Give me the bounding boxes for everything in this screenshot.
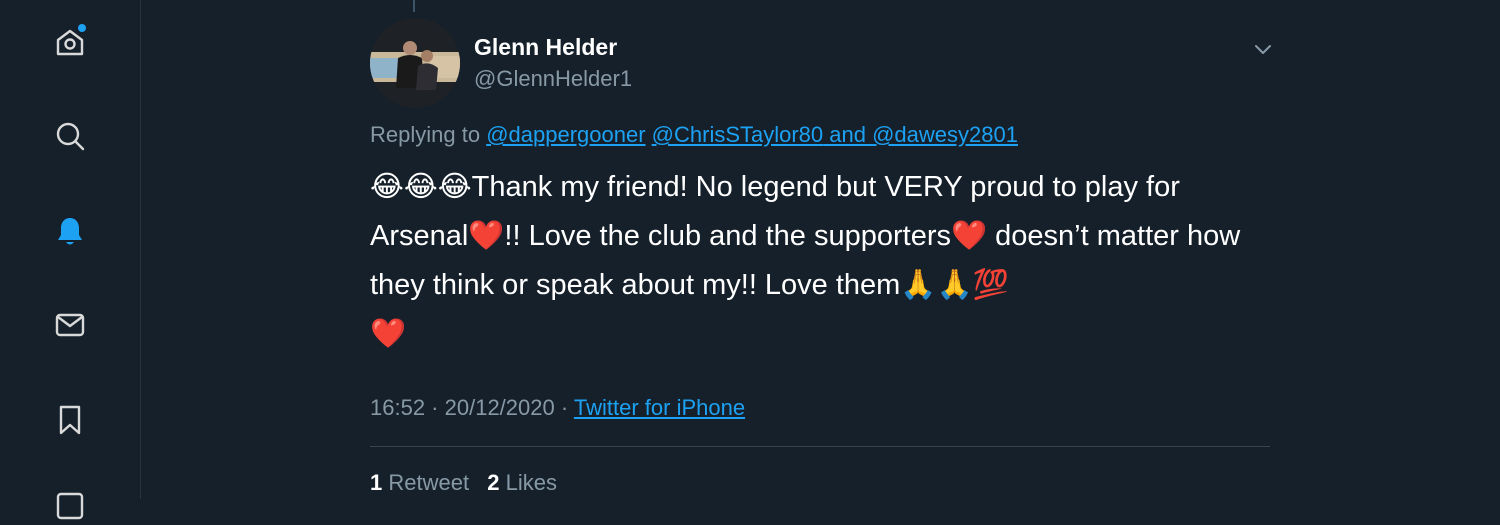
mail-icon <box>55 313 85 337</box>
retweets-stat[interactable]: 1 Retweet <box>370 470 469 495</box>
tweet-source-link[interactable]: Twitter for iPhone <box>574 395 745 420</box>
chevron-down-icon <box>1255 45 1271 54</box>
tweet-stats: 1 Retweet 2 Likes <box>370 470 569 496</box>
likes-count: 2 <box>487 470 500 495</box>
mention-link[interactable]: @ChrisSTaylor80 <box>652 122 824 147</box>
retweets-label: Retweet <box>388 470 470 495</box>
replying-to: Replying to @dappergooner @ChrisSTaylor8… <box>370 122 1018 148</box>
tweet-text: 😂😂😂Thank my friend! No legend but VERY p… <box>370 171 1241 350</box>
avatar[interactable] <box>370 18 460 108</box>
bell-icon <box>58 218 82 245</box>
tweet-meta: 16:52 · 20/12/2020 · Twitter for iPhone <box>370 395 745 421</box>
notification-dot <box>78 24 86 32</box>
bookmark-icon <box>59 405 81 435</box>
list-icon <box>56 492 84 520</box>
nav-messages[interactable] <box>50 305 90 345</box>
nav-search[interactable] <box>50 116 90 156</box>
mention-link[interactable]: @dawesy2801 <box>872 122 1018 147</box>
user-handle[interactable]: @GlennHelder1 <box>474 66 632 92</box>
divider <box>370 446 1270 447</box>
tweet-time[interactable]: 16:52 <box>370 395 425 420</box>
likes-label: Likes <box>505 470 557 495</box>
mention-and[interactable]: and <box>823 122 872 147</box>
likes-stat[interactable]: 2 Likes <box>487 470 557 495</box>
replying-prefix: Replying to <box>370 122 487 147</box>
display-name[interactable]: Glenn Helder <box>474 34 617 61</box>
meta-separator: · <box>554 395 574 420</box>
nav-home[interactable] <box>50 22 90 62</box>
sidebar-nav <box>0 0 141 520</box>
tweet-menu-button[interactable] <box>1250 36 1276 62</box>
avatar-photo <box>370 18 460 108</box>
tweet-date[interactable]: 20/12/2020 <box>445 395 555 420</box>
mention-link[interactable]: @dappergooner <box>486 122 645 147</box>
nav-more[interactable] <box>50 485 90 525</box>
thread-line <box>413 0 415 12</box>
search-icon <box>56 122 85 151</box>
nav-bookmarks[interactable] <box>50 400 90 440</box>
retweets-count: 1 <box>370 470 383 495</box>
nav-notifications[interactable] <box>50 211 90 251</box>
meta-separator: · <box>425 395 445 420</box>
